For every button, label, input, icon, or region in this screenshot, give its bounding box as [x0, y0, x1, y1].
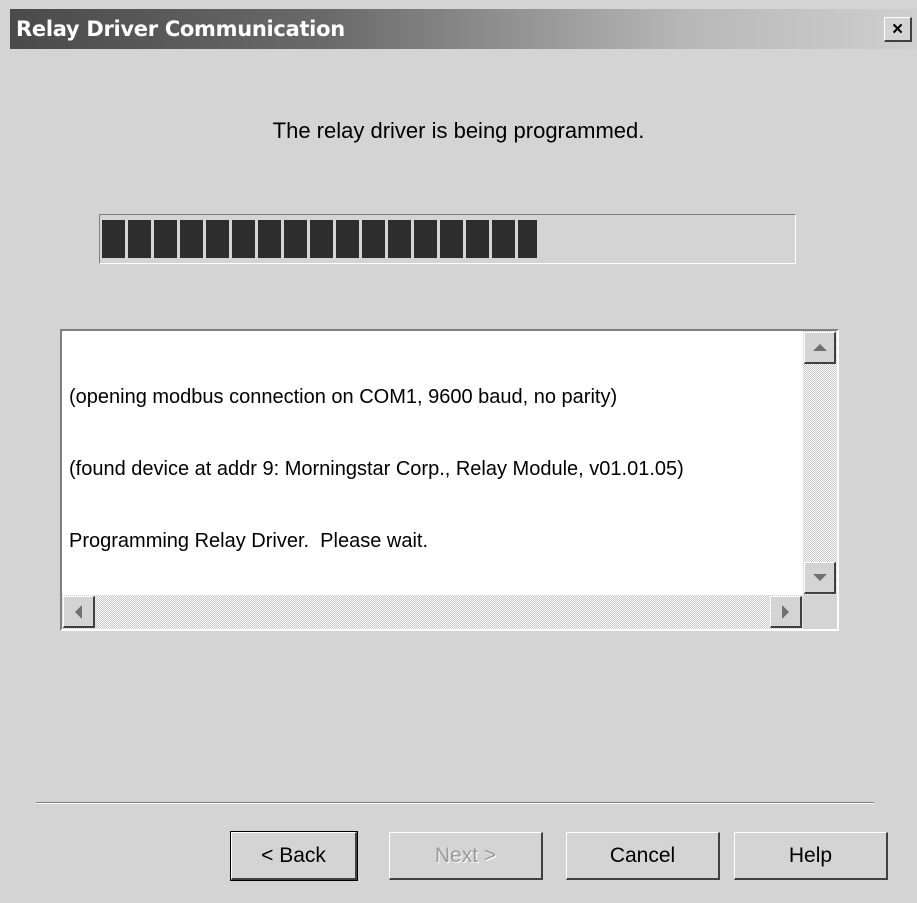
scroll-left-button[interactable]: [63, 596, 95, 628]
log-line: Programming Relay Driver. Please wait.: [69, 530, 429, 552]
log-line: (opening modbus connection on COM1, 9600…: [69, 386, 618, 408]
title-bar[interactable]: Relay Driver Communication ×: [10, 9, 917, 49]
scroll-up-button[interactable]: [804, 332, 836, 364]
help-button[interactable]: Help: [734, 832, 888, 880]
next-button: Next >: [389, 832, 543, 880]
cancel-button[interactable]: Cancel: [566, 832, 720, 880]
close-icon: ×: [891, 18, 904, 40]
horizontal-scrollbar[interactable]: [62, 595, 803, 629]
scroll-down-button[interactable]: [804, 562, 836, 594]
log-line: (found device at addr 9: Morningstar Cor…: [69, 458, 684, 480]
progress-fill: [102, 220, 538, 258]
wizard-dialog: Relay Driver Communication × The relay d…: [0, 0, 917, 903]
vertical-scrollbar[interactable]: [803, 331, 837, 595]
arrow-left-icon: [75, 604, 82, 619]
window-title: Relay Driver Communication: [16, 17, 345, 41]
log-text: (opening modbus connection on COM1, 9600…: [69, 337, 804, 595]
progress-bar: [99, 214, 796, 264]
scrollbar-corner: [803, 595, 837, 629]
log-textbox[interactable]: (opening modbus connection on COM1, 9600…: [60, 329, 839, 631]
scroll-right-button[interactable]: [770, 596, 802, 628]
close-button[interactable]: ×: [884, 17, 912, 42]
status-message: The relay driver is being programmed.: [272, 118, 645, 143]
progress-track: [102, 220, 793, 258]
back-button[interactable]: < Back: [230, 831, 358, 881]
arrow-up-icon: [812, 344, 827, 351]
arrow-down-icon: [812, 574, 827, 581]
arrow-right-icon: [782, 604, 789, 619]
button-separator: [36, 802, 874, 804]
